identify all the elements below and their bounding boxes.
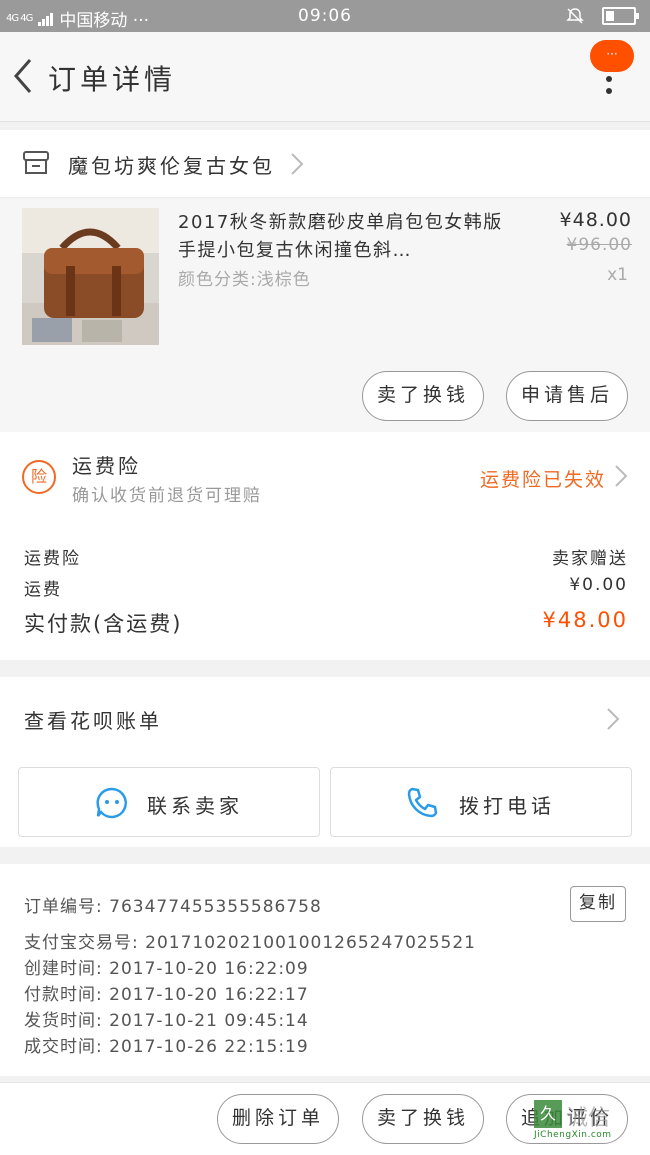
total-row: 实付款(含运费) ¥48.00	[24, 608, 628, 638]
product-price: ¥48.00	[559, 209, 632, 231]
nav-bar: 订单详情 ···	[0, 32, 650, 122]
store-icon	[23, 151, 49, 174]
product-quantity: x1	[607, 265, 628, 285]
total-label: 实付款(含运费)	[24, 612, 183, 636]
summary-label: 运费险	[24, 549, 81, 569]
resell-button[interactable]: 卖了换钱	[362, 1094, 484, 1144]
chevron-right-icon	[291, 153, 304, 175]
alipay-trade-number: 支付宝交易号: 2017102021001001265247025521	[24, 933, 476, 953]
insurance-subtitle: 确认收货前退货可理赔	[72, 486, 262, 506]
after-sale-button[interactable]: 申请售后	[506, 371, 628, 421]
battery-icon	[602, 7, 639, 25]
order-info-section: 订单编号: 763477455355586758 复制 支付宝交易号: 2017…	[0, 864, 650, 1076]
more-menu-icon[interactable]	[606, 76, 612, 100]
summary-label: 运费	[24, 580, 62, 600]
insurance-title: 运费险	[72, 454, 141, 478]
status-bar: 4G 4G 中国移动 ··· 09:06	[0, 0, 650, 32]
watermark-logo: 久 诚信 JiChengXin.com	[534, 1100, 634, 1140]
completed-time: 成交时间: 2017-10-26 22:15:19	[24, 1037, 309, 1057]
chevron-right-icon	[615, 465, 628, 487]
order-number: 订单编号: 763477455355586758	[24, 897, 322, 917]
shop-name: 魔包坊爽伦复古女包	[68, 154, 275, 178]
status-right	[566, 7, 639, 25]
contact-seller-label: 联系卖家	[147, 794, 243, 818]
phone-icon	[407, 787, 438, 818]
back-arrow-icon[interactable]	[8, 54, 38, 98]
summary-value: ¥0.00	[569, 575, 628, 595]
huabei-bill-link[interactable]: 查看花呗账单	[24, 705, 162, 734]
copy-button[interactable]: 复制	[570, 886, 626, 922]
watermark-text: 诚信	[566, 1106, 611, 1131]
created-time: 创建时间: 2017-10-20 16:22:09	[24, 959, 309, 979]
page-title: 订单详情	[48, 63, 177, 96]
status-time: 09:06	[298, 6, 352, 26]
summary-row: 运费 ¥0.00	[24, 575, 628, 600]
product-title: 2017秋冬新款磨砂皮单肩包包女韩版手提小包复古休闲撞色斜…	[178, 212, 503, 261]
product-sku: 颜色分类:浅棕色	[178, 270, 311, 290]
shipped-time: 发货时间: 2017-10-21 09:45:14	[24, 1011, 309, 1031]
insurance-status[interactable]: 运费险已失效	[480, 465, 606, 492]
watermark-url: JiChengXin.com	[534, 1130, 612, 1140]
product-image[interactable]	[22, 208, 159, 345]
product-original-price: ¥96.00	[566, 235, 632, 255]
shop-row[interactable]: 魔包坊爽伦复古女包	[0, 130, 650, 198]
product-item[interactable]: 2017秋冬新款磨砂皮单肩包包女韩版手提小包复古休闲撞色斜… 颜色分类:浅棕色 …	[0, 199, 650, 432]
huabei-section: 查看花呗账单 联系卖家 拨打电话	[0, 677, 650, 847]
chevron-right-icon	[607, 708, 620, 730]
insurance-section: 险 运费险 确认收货前退货可理赔 运费险已失效 运费险 卖家赠送 运费 ¥0.0…	[0, 432, 650, 660]
contact-seller-button[interactable]: 联系卖家	[18, 767, 320, 837]
resell-button[interactable]: 卖了换钱	[362, 371, 484, 421]
delete-order-button[interactable]: 删除订单	[217, 1094, 339, 1144]
chat-face-icon	[96, 787, 127, 819]
call-button[interactable]: 拨打电话	[330, 767, 632, 837]
mute-bell-icon	[566, 8, 584, 24]
total-amount: ¥48.00	[542, 608, 628, 632]
insurance-badge-icon: 险	[22, 460, 56, 494]
paid-time: 付款时间: 2017-10-20 16:22:17	[24, 985, 309, 1005]
call-label: 拨打电话	[459, 794, 555, 818]
watermark-box: 久	[534, 1100, 562, 1128]
summary-row: 运费险 卖家赠送	[24, 544, 628, 569]
more-badge[interactable]: ···	[590, 40, 634, 72]
summary-value: 卖家赠送	[552, 549, 628, 569]
